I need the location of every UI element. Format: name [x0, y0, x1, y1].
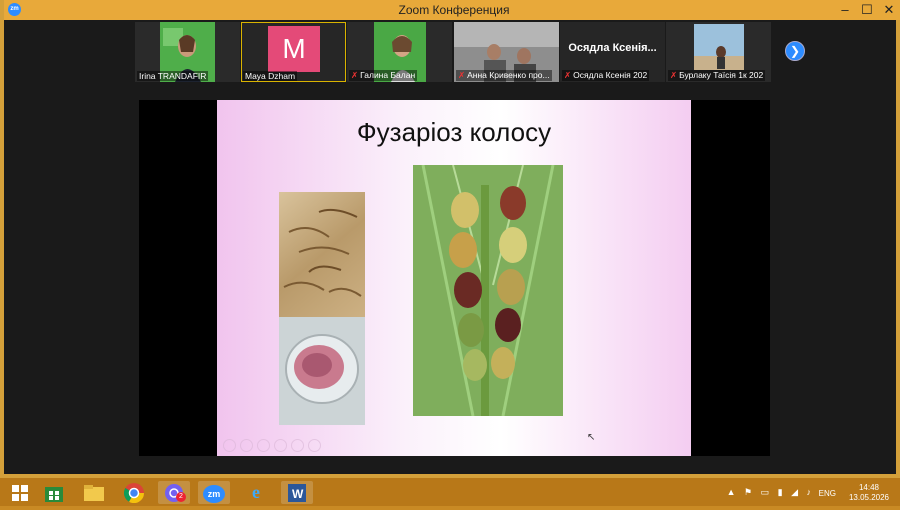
- mic-muted-icon: ✗: [670, 70, 678, 80]
- chevron-right-icon: ❯: [789, 44, 801, 58]
- participant-tile[interactable]: M Maya Dzham: [241, 22, 346, 82]
- maximize-button[interactable]: ☐: [856, 2, 878, 18]
- clock-date: 13.05.2026: [848, 493, 890, 502]
- microscope-image: [279, 192, 365, 317]
- chrome-icon[interactable]: [118, 481, 150, 504]
- clock[interactable]: 14:48 13.05.2026: [844, 483, 894, 503]
- wheat-ear-image: [413, 165, 563, 416]
- close-button[interactable]: ✕: [878, 2, 900, 18]
- participant-name: ✗ Анна Кривенко про...: [456, 70, 552, 81]
- mic-muted-icon: ✗: [351, 70, 359, 80]
- petri-dish-image: [279, 317, 365, 425]
- participant-strip: Irina TRANDAFIR M Maya Dzham ✗ Галина Бал…: [4, 20, 896, 84]
- internet-explorer-icon[interactable]: e: [240, 481, 272, 504]
- participant-tile[interactable]: ✗ Галина Балан: [347, 22, 452, 82]
- windows-start-icon[interactable]: [4, 481, 36, 504]
- slide-title: Фузаріоз колосу: [356, 117, 552, 147]
- mouse-cursor-icon: ↖: [587, 432, 596, 443]
- title-bar: zm Zoom Конференция – ☐ ✕: [4, 0, 900, 20]
- participant-name: Irina TRANDAFIR: [137, 71, 209, 81]
- participant-name: ✗ Бурлаку Таїсія 1к 202: [668, 70, 766, 81]
- viber-icon[interactable]: 2: [158, 481, 190, 504]
- zoom-taskbar-icon[interactable]: zm: [198, 481, 230, 504]
- zoom-window: zm Zoom Конференция – ☐ ✕ Irina TRANDAFI…: [0, 0, 900, 478]
- clock-time: 14:48: [858, 483, 880, 492]
- store-icon[interactable]: [38, 481, 70, 504]
- slide-controls: [223, 439, 321, 453]
- svg-text:W: W: [292, 487, 304, 501]
- participant-name: Maya Dzham: [243, 71, 298, 81]
- participant-tile[interactable]: Осядла Ксенія... ✗ Осядла Ксенія 202: [560, 22, 665, 82]
- windows-taskbar: 2 zm e W ▲ ⚑ ▭ ▮ ◢ ♪ ENG 14:48 13.05.202…: [0, 478, 900, 506]
- participant-name: ✗ Осядла Ксенія 202: [562, 70, 650, 81]
- next-slide-icon[interactable]: [240, 439, 253, 452]
- participant-tile[interactable]: ✗ Бурлаку Таїсія 1к 202: [666, 22, 771, 82]
- mic-muted-icon: ✗: [458, 70, 466, 80]
- avatar: M: [268, 26, 320, 72]
- participant-display-name: Осядла Ксенія...: [568, 42, 657, 54]
- tray-icons[interactable]: ▲ ⚑ ▭ ▮ ◢ ♪: [727, 487, 814, 498]
- word-icon[interactable]: W: [281, 481, 313, 504]
- participant-tile[interactable]: ✗ Анна Кривенко про...: [454, 22, 559, 82]
- system-tray: ▲ ⚑ ▭ ▮ ◢ ♪ ENG 14:48 13.05.2026: [694, 481, 894, 503]
- language-indicator[interactable]: ENG: [819, 489, 836, 498]
- prev-slide-icon[interactable]: [223, 439, 236, 452]
- slides-icon[interactable]: [274, 439, 287, 452]
- window-title: Zoom Конференция: [398, 3, 510, 17]
- minimize-button[interactable]: –: [834, 2, 856, 17]
- pen-icon[interactable]: [257, 439, 270, 452]
- zoom-icon[interactable]: [291, 439, 304, 452]
- presentation-slide: Фузаріоз колосу ↖: [217, 100, 691, 456]
- mic-muted-icon: ✗: [564, 70, 572, 80]
- notification-badge: 2: [176, 492, 186, 502]
- file-explorer-icon[interactable]: [78, 481, 110, 504]
- participant-name: ✗ Галина Балан: [349, 70, 418, 81]
- participant-tile[interactable]: Irina TRANDAFIR: [135, 22, 240, 82]
- next-participants-button[interactable]: ❯: [785, 41, 805, 61]
- more-icon[interactable]: [308, 439, 321, 452]
